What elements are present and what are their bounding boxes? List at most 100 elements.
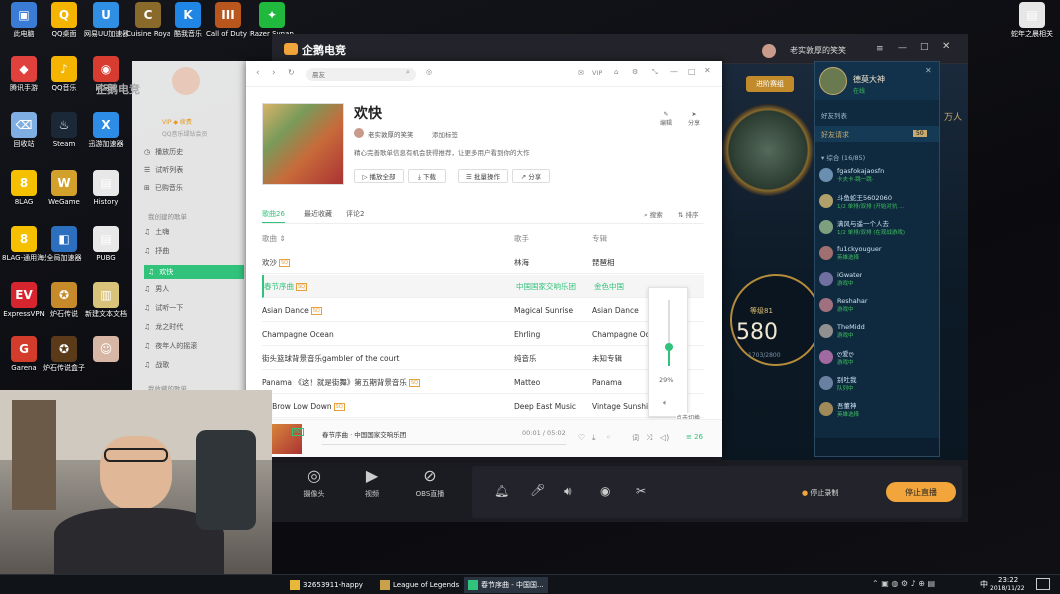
lobby-button[interactable]: 进阶赛组 [746,76,794,92]
mute-icon[interactable]: 🔈︎ [663,398,668,408]
sidebar-item-playlist[interactable]: ♫ 战歌 [144,360,169,370]
desktop-icon[interactable]: ▤ History [84,170,128,220]
desktop-icon[interactable]: ♪ QQ音乐 [42,56,86,106]
song-title[interactable]: Champagne Ocean [262,330,334,339]
sidebar-item-playlist[interactable]: ♫ 欢快 [144,265,244,279]
clock-date[interactable]: 2018/11/22 [990,585,1025,592]
desktop-icon[interactable]: ⌫ 回收站 [2,112,46,162]
desktop-icon[interactable]: III Call of Duty Black Ops 4 [206,2,250,52]
lyrics-icon[interactable]: 词 [632,433,639,443]
friend-item[interactable]: fu1ckyouguer 英雄选择 [819,240,937,266]
friend-item[interactable]: TheMidd 游戏中 [819,318,937,344]
search-icon[interactable]: ⌕ [406,68,410,77]
friend-item[interactable]: iGwater 游戏中 [819,266,937,292]
clock-time[interactable]: 23:22 [998,576,1018,584]
ime-indicator[interactable]: 中 [980,579,988,590]
song-title[interactable]: Panama 《这！就是街舞》第五期背景音乐 [262,378,407,387]
mini-mode-icon[interactable]: ⤡ [652,68,658,77]
close-icon[interactable]: ✕ [942,41,950,52]
sidebar-item-playlist[interactable]: ♫ 夜年人的摇滚 [144,341,197,351]
vip-badge[interactable]: VIP [592,69,602,77]
action-button[interactable]: ▷ 播放全部 [354,169,404,183]
share-top-button[interactable]: ➤ 分享 [688,111,700,127]
desktop-icon[interactable]: 8 8LAG [2,170,46,220]
singer-cell[interactable]: Magical Sunrise [514,306,592,315]
singer-cell[interactable]: 林海 [514,257,592,268]
sidebar-item-playlist[interactable]: ♫ 抒曲 [144,246,169,256]
desktop-icon[interactable]: ✪ 炉石传说盒子 [42,336,86,386]
song-title[interactable]: Asian Dance [262,306,309,315]
menu-icon[interactable]: ≡ [876,44,884,54]
sidebar-item[interactable]: ◷ 播放历史 [144,147,183,157]
group-label[interactable]: ▾ 综合 (16/85) [821,152,865,162]
close-icon[interactable]: ✕ [704,66,711,75]
desktop-icon[interactable]: Q QQ桌面 [42,2,86,52]
action-button[interactable]: ⤓ 下载 [408,169,446,183]
search-input[interactable] [306,68,416,81]
desktop-icon[interactable]: ◧ 全局加速器 [42,226,86,276]
friend-item[interactable]: 斗鱼蛇王5602060 1/2 单排/双排 (开始对抗 ... [819,188,937,214]
song-title[interactable]: th Brow Low Down [262,402,332,411]
camera-button[interactable]: ◎ 摄像头 [292,466,336,514]
minimize-icon[interactable]: — [670,67,678,76]
desktop-icon[interactable]: ▣ 此电脑 [2,2,46,52]
tab[interactable]: 评论2 [346,209,364,219]
desktop-icon[interactable]: W WeGame [42,170,86,220]
refresh-icon[interactable]: ↻ [288,68,295,77]
friend-item[interactable]: ღ爱ღ 游戏中 [819,344,937,370]
singer-cell[interactable]: Matteo [514,378,592,387]
avatar[interactable] [762,44,776,58]
table-row[interactable]: th Brow Low Down SQ Deep East Music Vintage… [262,395,704,418]
album-cell[interactable]: 琵琶相 [592,257,672,268]
tab[interactable]: 歌曲26 [262,209,285,224]
close-icon[interactable]: ✕ [925,66,932,75]
volume-slider-handle[interactable] [665,342,673,351]
taskbar-item[interactable]: 春节序曲 - 中国国... [464,577,548,593]
avatar[interactable] [819,67,847,95]
search-songs-button[interactable]: ⌕ 搜索 [644,209,663,220]
friend-request-row[interactable]: 好友请求 50 [815,126,939,142]
song-title[interactable]: 街头篮球背景音乐gambler of the court [262,354,399,363]
table-row[interactable]: 欢沙 SQ 林海 琵琶相 [262,251,704,274]
sidebar-item-playlist[interactable]: ♫ 龙之时代 [144,322,183,332]
friend-item[interactable]: 吾董神 英雄选择 [819,396,937,422]
desktop-icon[interactable]: ▤ 蛇年之晨相关 [1010,2,1054,52]
friend-item[interactable]: Reshahar 游戏中 [819,292,937,318]
singer-cell[interactable]: Ehrling [514,330,592,339]
avatar[interactable] [172,67,200,95]
progress-bar[interactable] [322,444,566,445]
song-title[interactable]: 欢沙 [262,258,277,267]
sidebar-item-playlist[interactable]: ♫ 试听一下 [144,303,183,313]
taskbar-item[interactable]: League of Legends [376,577,463,593]
friend-item[interactable]: 满风与遥一个人去 1/2 单排/双排 (在观战游戏) [819,214,937,240]
playlist-cover[interactable] [262,103,344,185]
desktop-icon[interactable]: K 酷我音乐 [166,2,210,52]
back-icon[interactable]: ‹ [256,68,260,78]
mail-icon[interactable]: ✉ [578,69,584,77]
singer-cell[interactable]: 纯音乐 [514,353,592,364]
singer-cell[interactable]: Deep East Music [514,402,592,411]
tab[interactable]: 最近收藏 [304,209,332,219]
effect-icon[interactable]: ✂ [636,484,646,498]
mic-icon[interactable]: 🎤︎ [530,483,545,497]
friend-item[interactable]: 别吐我 队列中 [819,370,937,396]
maximize-icon[interactable]: □ [920,42,929,52]
minimize-icon[interactable]: — [898,43,907,53]
desktop-icon[interactable]: ▥ 新建文本文档 [84,282,128,332]
table-row[interactable]: Champagne Ocean Ehrling Champagne Ocea [262,323,704,346]
sort-button[interactable]: ⇅ 排序 [678,209,699,219]
speaker-icon[interactable]: 🔊︎ [564,484,572,499]
add-tag-link[interactable]: 添加标签 [432,129,458,139]
volume-icon[interactable]: ◁) [660,433,669,442]
action-button[interactable]: ↗ 分享 [512,169,550,183]
desktop-icon[interactable]: G Garena [2,336,46,386]
desktop-icon[interactable]: ▤ PUBG [84,226,128,276]
friend-item[interactable]: fgasfokajaosfn 卡夫卡·跳一跳· [819,162,937,188]
heart-icon[interactable]: ♡ [578,433,585,442]
desktop-icon[interactable]: U 网易UU加速器 [84,2,128,52]
forward-icon[interactable]: › [272,68,276,78]
maximize-icon[interactable]: □ [688,67,696,76]
stop-record-toggle[interactable]: ● 停止录制 [802,488,838,498]
table-row[interactable]: 街头篮球背景音乐gambler of the court 纯音乐 未知专辑 [262,347,704,370]
table-row[interactable]: Panama 《这！就是街舞》第五期背景音乐 SQ Matteo Panama [262,371,704,394]
